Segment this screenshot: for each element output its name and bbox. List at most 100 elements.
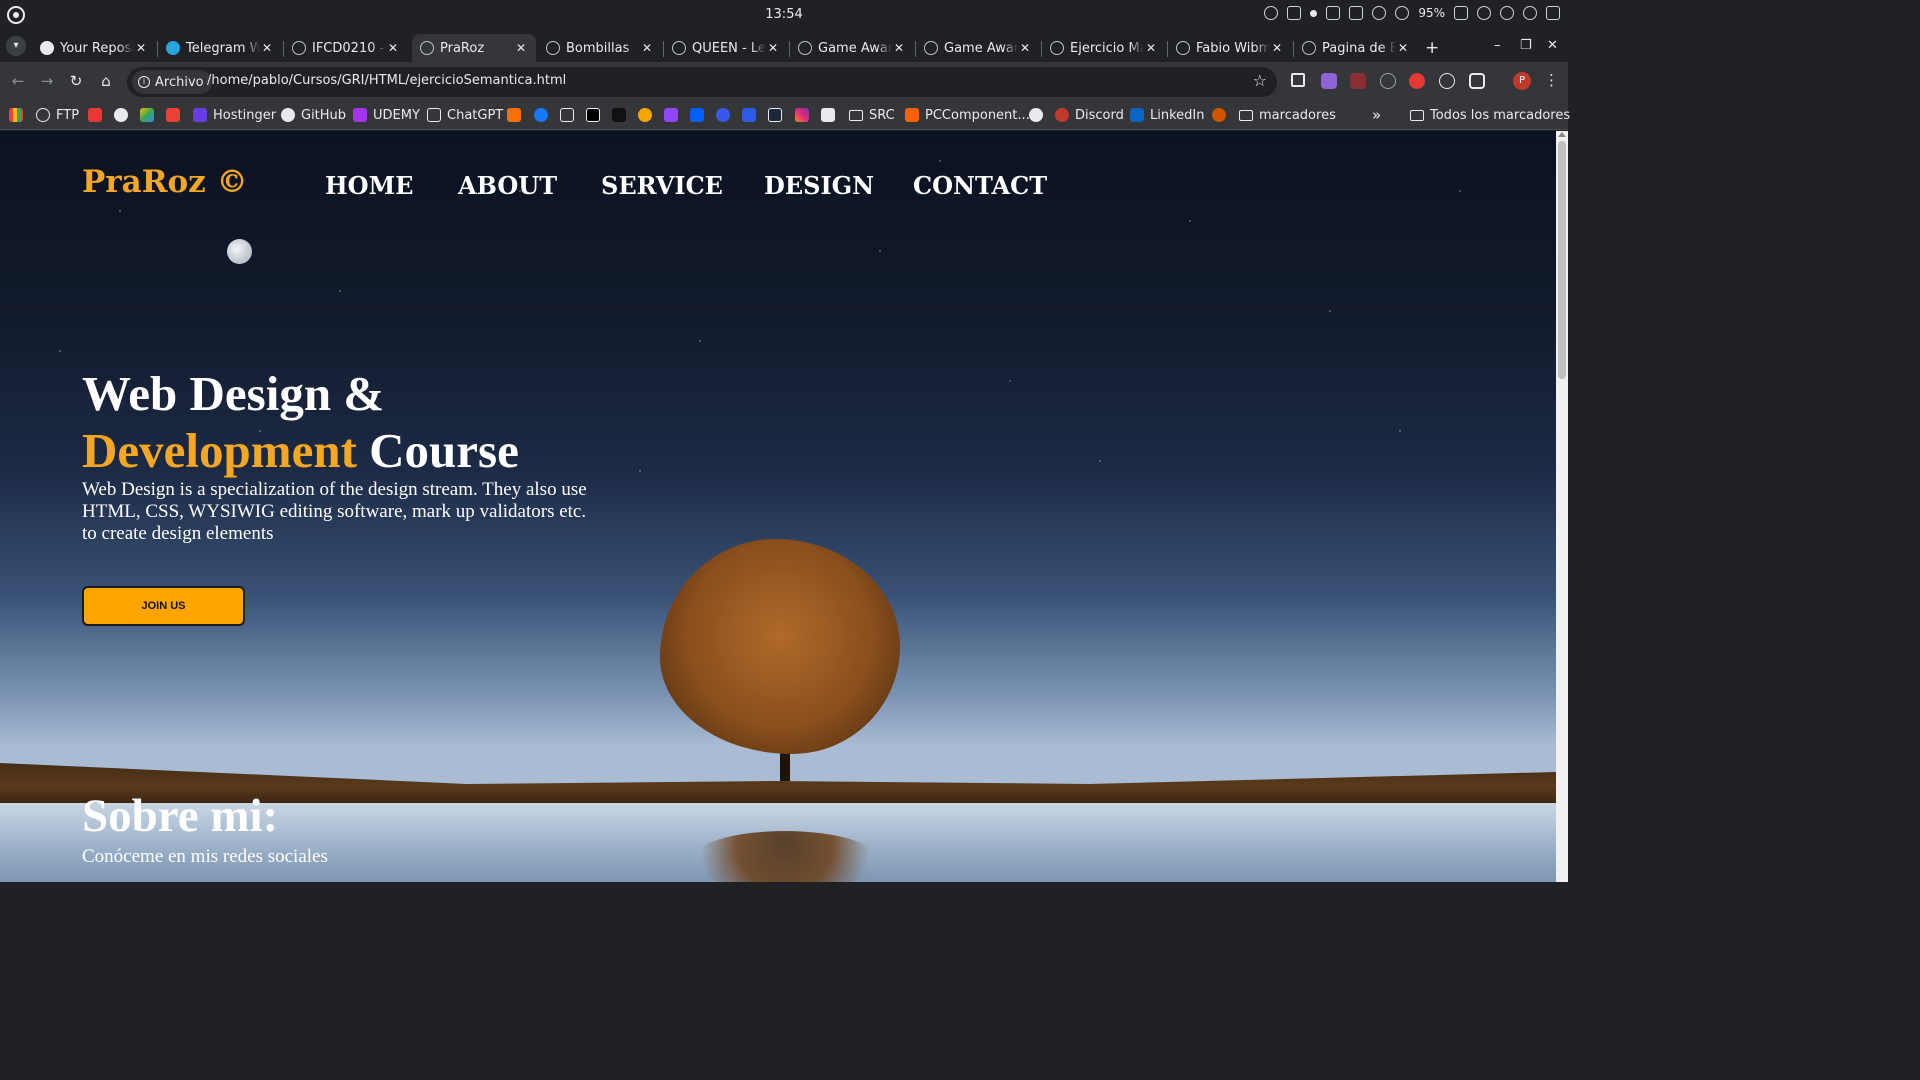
bookmark-all-folder[interactable]: Todos los marcadores [1410, 106, 1570, 124]
folder-icon[interactable] [1349, 6, 1364, 20]
tab-ejercicio[interactable]: Ejercicio Ma ✕ [1042, 34, 1166, 62]
bookmark-chatgpt[interactable]: ChatGPT [427, 106, 503, 124]
facebook-icon[interactable] [534, 108, 548, 122]
new-tab-icon[interactable]: + [1425, 38, 1439, 58]
site-info-chip[interactable]: i Archivo [132, 70, 212, 94]
site-logo[interactable]: PraRoz © [82, 164, 248, 200]
tab-your-repositories[interactable]: Your Reposi ✕ [32, 34, 156, 62]
youtube-icon[interactable] [88, 108, 102, 122]
tab-ifcd0210[interactable]: IFCD0210 - ✕ [284, 34, 408, 62]
list-icon[interactable] [1326, 6, 1341, 20]
tab-telegram[interactable]: Telegram W ✕ [158, 34, 282, 62]
close-tab-icon[interactable]: ✕ [1270, 41, 1284, 55]
window-switch-icon[interactable] [1546, 6, 1560, 20]
bookmark-src-folder[interactable]: SRC [849, 106, 895, 124]
volume-icon[interactable] [1477, 6, 1491, 20]
tab-game-awards-1[interactable]: Game Awar ✕ [790, 34, 914, 62]
puzzle-purple-extension-icon[interactable] [1321, 73, 1337, 89]
bell-icon[interactable] [1372, 6, 1387, 20]
nav-design[interactable]: DESIGN [764, 171, 874, 200]
close-tab-icon[interactable]: ✕ [1018, 41, 1032, 55]
close-tab-icon[interactable]: ✕ [640, 41, 654, 55]
url-text[interactable]: /home/pablo/Cursos/GRI/HTML/ejercicioSem… [207, 73, 566, 88]
nav-home[interactable]: HOME [325, 171, 413, 200]
record-dot-icon[interactable] [1310, 9, 1318, 17]
hexagon-icon[interactable] [560, 108, 574, 122]
compass-extension-icon[interactable] [1380, 73, 1396, 89]
nav-contact[interactable]: CONTACT [913, 171, 1047, 200]
ubuntu-icon[interactable] [1212, 108, 1226, 122]
nav-about[interactable]: ABOUT [458, 171, 557, 200]
tab-pagina[interactable]: Pagina de E ✕ [1294, 34, 1418, 62]
join-us-button[interactable]: JOIN US [82, 586, 245, 626]
bookmark-marcadores-folder[interactable]: marcadores [1239, 106, 1336, 124]
bookmark-ftp[interactable]: FTP [36, 106, 79, 124]
gmail-icon[interactable] [166, 108, 180, 122]
page-scrollbar[interactable] [1556, 131, 1568, 882]
power-icon[interactable] [1523, 6, 1537, 20]
back-arrow-icon[interactable]: ← [8, 71, 28, 91]
battery-icon[interactable] [1454, 6, 1468, 20]
shield-red-extension-icon[interactable] [1409, 73, 1425, 89]
tab-bombillas[interactable]: Bombillas ✕ [538, 34, 662, 62]
bookmark-hostinger[interactable]: Hostinger [193, 106, 276, 124]
amazon-icon[interactable] [821, 108, 835, 122]
twitch-icon[interactable] [664, 108, 678, 122]
close-tab-icon[interactable]: ✕ [134, 41, 148, 55]
close-tab-icon[interactable]: ✕ [1396, 41, 1410, 55]
adv-icon[interactable] [612, 108, 626, 122]
tab-search-chevron-icon[interactable]: ▾ [6, 36, 26, 56]
tab-fabio[interactable]: Fabio Wibm ✕ [1168, 34, 1292, 62]
close-tab-icon[interactable]: ✕ [1144, 41, 1158, 55]
scroll-up-arrow-icon[interactable] [1558, 132, 1566, 137]
tab-praroz[interactable]: PraRoz ✕ [412, 34, 536, 62]
close-tab-icon[interactable]: ✕ [892, 41, 906, 55]
wifi-icon[interactable] [1395, 6, 1410, 20]
globe-icon[interactable] [1029, 108, 1043, 122]
steam-icon[interactable] [768, 108, 782, 122]
more-bookmarks-chevron[interactable]: » [1372, 106, 1381, 124]
reload-icon[interactable]: ↻ [66, 71, 86, 91]
m-orange-icon[interactable] [507, 108, 521, 122]
display-icon[interactable] [1287, 6, 1302, 20]
vpn-shield-icon[interactable] [1264, 6, 1279, 20]
instagram-icon[interactable] [795, 108, 809, 122]
extensions-puzzle-icon[interactable] [1469, 73, 1485, 89]
bookmark-star-icon[interactable]: ☆ [1253, 71, 1267, 90]
browser-menu-icon[interactable]: ⋮ [1544, 71, 1559, 89]
x-twitter-icon[interactable] [586, 108, 600, 122]
eyedropper-extension-icon[interactable] [1291, 73, 1305, 87]
grid-extension-icon[interactable] [1350, 73, 1366, 89]
close-tab-icon[interactable]: ✕ [260, 41, 274, 55]
bookmark-pccomponentes[interactable]: PCComponent... [905, 106, 1030, 124]
bookmark-discord[interactable]: Discord [1055, 106, 1124, 124]
battery-percent[interactable]: 95% [1418, 6, 1445, 20]
bookmark-github[interactable]: GitHub [281, 106, 346, 124]
page-viewport: PraRoz © HOME ABOUT SERVICE DESIGN CONTA… [0, 131, 1556, 882]
opera-icon[interactable] [114, 108, 128, 122]
nav-service[interactable]: SERVICE [601, 171, 723, 200]
bitcoin-icon[interactable] [638, 108, 652, 122]
bookmark-linkedin[interactable]: LinkedIn [1130, 106, 1204, 124]
restore-icon[interactable]: ❐ [1520, 38, 1532, 53]
tab-game-awards-2[interactable]: Game Awar ✕ [916, 34, 1040, 62]
bluetooth-icon[interactable] [1500, 6, 1514, 20]
close-window-icon[interactable]: ✕ [1547, 38, 1558, 53]
forward-arrow-icon[interactable]: → [37, 71, 57, 91]
google-drive-icon[interactable] [140, 108, 154, 122]
address-bar[interactable]: i Archivo /home/pablo/Cursos/GRI/HTML/ej… [127, 67, 1277, 97]
apps-grid-icon[interactable] [9, 108, 23, 122]
close-tab-icon[interactable]: ✕ [766, 41, 780, 55]
close-tab-icon[interactable]: ✕ [386, 41, 400, 55]
dropbox-icon[interactable] [690, 108, 704, 122]
bookmark-udemy[interactable]: UDEMY [353, 106, 420, 124]
home-icon[interactable]: ⌂ [96, 71, 116, 91]
profile-avatar[interactable]: P [1513, 72, 1531, 90]
wordpress-icon[interactable] [716, 108, 730, 122]
minimize-icon[interactable]: – [1494, 38, 1501, 53]
scrollbar-thumb[interactable] [1558, 141, 1566, 379]
u-blue-icon[interactable] [742, 108, 756, 122]
settings-extension-icon[interactable] [1439, 73, 1455, 89]
close-tab-icon[interactable]: ✕ [514, 41, 528, 55]
tab-queen[interactable]: QUEEN - Le ✕ [664, 34, 788, 62]
